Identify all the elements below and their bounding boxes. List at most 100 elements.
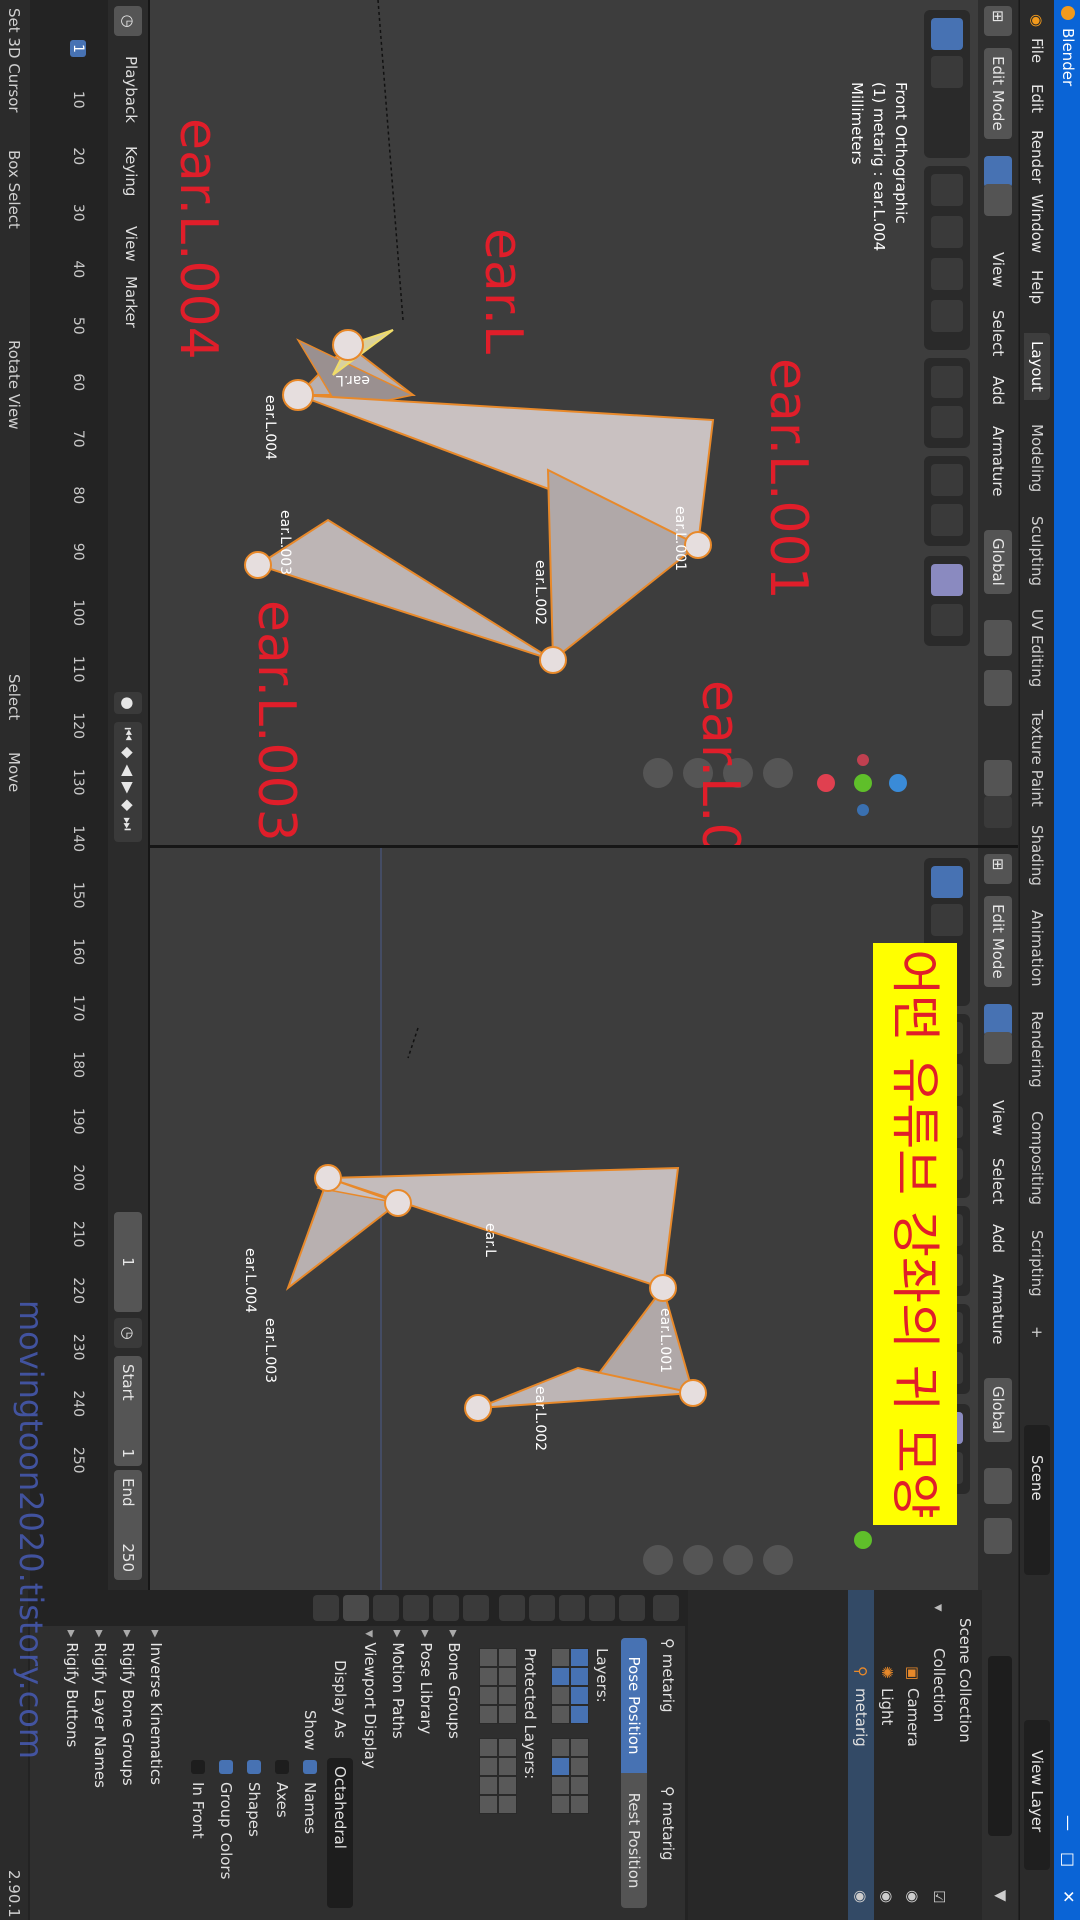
gizmo-neg-z[interactable] [857, 804, 869, 816]
start-frame-field[interactable]: Start 1 [114, 1356, 142, 1466]
filter-icon[interactable]: ▼ [992, 1890, 1010, 1902]
menu-file[interactable]: File [1028, 38, 1046, 63]
layer-toggle[interactable] [551, 1705, 570, 1724]
checkbox[interactable] [303, 1760, 317, 1774]
layer-toggle[interactable] [570, 1738, 589, 1757]
outliner-row-scene-collection[interactable]: Scene Collection [952, 1590, 978, 1920]
auto-keying-icon[interactable]: ● [114, 692, 142, 714]
layers-grid[interactable] [549, 1648, 589, 1908]
layer-toggle[interactable] [498, 1648, 517, 1667]
panel-rigify-buttons[interactable]: ▸ Rigify Buttons [55, 1630, 81, 1916]
layer-toggle[interactable] [570, 1705, 589, 1724]
pose-position-button[interactable]: Pose Position [621, 1638, 647, 1773]
viewport-left[interactable]: ⊞ Edit Mode View Select Add Armature Glo… [150, 0, 1018, 848]
tab-layout[interactable]: Layout [1024, 333, 1050, 400]
current-frame-field[interactable]: 1 [114, 1212, 142, 1312]
protected-layers-grid[interactable] [477, 1648, 517, 1908]
layer-toggle[interactable] [551, 1648, 570, 1667]
layer-toggle[interactable] [551, 1686, 570, 1705]
tab-compositing[interactable]: Compositing [1024, 1103, 1050, 1213]
layer-toggle[interactable] [498, 1667, 517, 1686]
camera-view-icon[interactable] [683, 1545, 713, 1575]
physics-tab-icon[interactable] [403, 1595, 429, 1621]
tool-tab-icon[interactable] [653, 1595, 679, 1621]
end-frame-field[interactable]: End 250 [114, 1470, 142, 1580]
menu-render[interactable]: Render [1028, 130, 1046, 183]
tab-sculpting[interactable]: Sculpting [1024, 508, 1050, 594]
bone-joint[interactable] [539, 646, 567, 674]
layer-toggle[interactable] [479, 1667, 498, 1686]
tab-modeling[interactable]: Modeling [1024, 416, 1050, 500]
bone-joint[interactable] [464, 1394, 492, 1422]
layer-toggle[interactable] [479, 1648, 498, 1667]
panel-viewport-display[interactable]: ▾ Viewport Display [353, 1630, 379, 1916]
tab-texture-paint[interactable]: Texture Paint [1024, 702, 1050, 815]
preview-range-icon[interactable]: ◷ [114, 1318, 142, 1348]
layer-toggle[interactable] [551, 1795, 570, 1814]
outliner-row-metarig[interactable]: ⚲ metarig ◉ [848, 1590, 874, 1920]
display-as-dropdown[interactable]: Octahedral [327, 1758, 353, 1908]
bone-joint[interactable] [384, 1189, 412, 1217]
panel-pose-library[interactable]: ▸ Pose Library [409, 1630, 435, 1916]
data-selector[interactable]: ⚲ metarig [659, 1786, 677, 1861]
gizmo-y-axis[interactable] [854, 774, 872, 792]
timeline-editor-icon[interactable]: ◷ [114, 6, 142, 36]
view-layer-selector[interactable]: View Layer [1024, 1720, 1050, 1870]
rest-position-button[interactable]: Rest Position [621, 1773, 647, 1908]
tab-animation[interactable]: Animation [1024, 902, 1050, 994]
layer-toggle[interactable] [479, 1757, 498, 1776]
menu-keying[interactable]: Keying [122, 146, 140, 196]
view-layer-tab-icon[interactable] [559, 1595, 585, 1621]
layer-toggle[interactable] [479, 1738, 498, 1757]
bone-joint[interactable] [649, 1274, 677, 1302]
tab-uv-editing[interactable]: UV Editing [1024, 601, 1050, 695]
visibility-eye-icon[interactable]: ◉ [878, 1890, 896, 1903]
tab-shading[interactable]: Shading [1024, 817, 1050, 894]
layer-toggle[interactable] [498, 1776, 517, 1795]
bone-joint[interactable] [684, 531, 712, 559]
menu-edit[interactable]: Edit [1028, 84, 1046, 113]
layer-toggle[interactable] [551, 1757, 570, 1776]
ortho-toggle-icon[interactable] [643, 758, 673, 788]
visibility-eye-icon[interactable]: ◉ [904, 1890, 922, 1903]
menu-window[interactable]: Window [1028, 194, 1046, 253]
checkbox[interactable] [219, 1760, 233, 1774]
minimize-button[interactable]: — [1059, 1815, 1078, 1831]
armature-data-tab-icon[interactable] [343, 1595, 369, 1621]
scene-selector[interactable]: Scene [1024, 1425, 1050, 1575]
close-button[interactable]: ✕ [1059, 1890, 1078, 1903]
layer-toggle[interactable] [498, 1795, 517, 1814]
layer-toggle[interactable] [570, 1795, 589, 1814]
world-tab-icon[interactable] [499, 1595, 525, 1621]
tab-scripting[interactable]: Scripting [1024, 1222, 1050, 1305]
layer-toggle[interactable] [551, 1667, 570, 1686]
panel-rigify-bone-groups[interactable]: ▸ Rigify Bone Groups [111, 1630, 137, 1916]
output-tab-icon[interactable] [589, 1595, 615, 1621]
maximize-button[interactable]: □ [1059, 1852, 1078, 1867]
object-tab-icon[interactable] [463, 1595, 489, 1621]
constraints-tab-icon[interactable] [373, 1595, 399, 1621]
layer-toggle[interactable] [479, 1776, 498, 1795]
ortho-toggle-icon[interactable] [643, 1545, 673, 1575]
zoom-icon[interactable] [763, 758, 793, 788]
checkbox-icon[interactable]: ☑ [930, 1890, 948, 1903]
menu-view[interactable]: View [122, 226, 140, 262]
expand-arrow-icon[interactable]: ▾ [930, 1604, 948, 1612]
layer-toggle[interactable] [551, 1738, 570, 1757]
panel-inverse-kinematics[interactable]: ▸ Inverse Kinematics [139, 1630, 165, 1916]
layer-toggle[interactable] [570, 1757, 589, 1776]
blender-menu-icon[interactable]: ◉ [1028, 14, 1046, 27]
outliner-row-camera[interactable]: ▣ Camera ◉ [900, 1590, 926, 1920]
checkbox[interactable] [275, 1760, 289, 1774]
layer-toggle[interactable] [498, 1757, 517, 1776]
visibility-eye-icon[interactable]: ◉ [852, 1890, 870, 1903]
outliner-search-input[interactable] [988, 1656, 1012, 1836]
panel-motion-paths[interactable]: ▸ Motion Paths [381, 1630, 407, 1916]
gizmo-neg-x[interactable] [857, 754, 869, 766]
layer-toggle[interactable] [551, 1776, 570, 1795]
panel-rigify-layer-names[interactable]: ▸ Rigify Layer Names [83, 1630, 109, 1916]
bone-joint[interactable] [314, 1164, 342, 1192]
checkbox[interactable] [247, 1760, 261, 1774]
add-workspace-button[interactable]: + [1024, 1318, 1050, 1347]
zoom-icon[interactable] [763, 1545, 793, 1575]
